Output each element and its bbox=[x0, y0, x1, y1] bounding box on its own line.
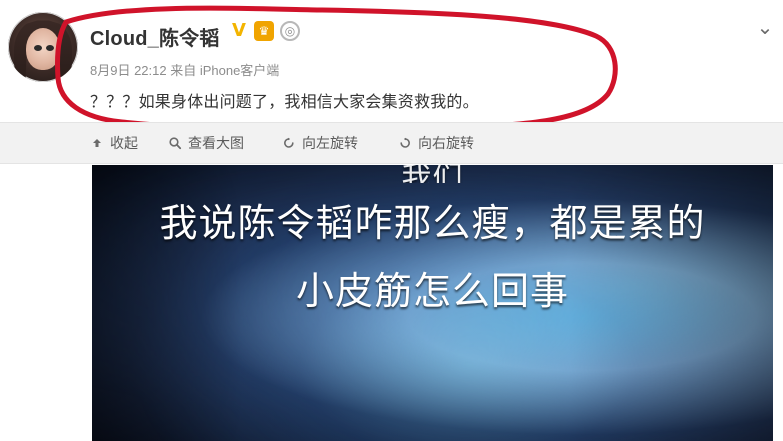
image-caption-top-partial: …我们… bbox=[370, 165, 495, 183]
avatar-eye-left bbox=[34, 45, 42, 51]
collapse-button[interactable]: 收起 bbox=[90, 133, 138, 153]
collapse-icon bbox=[90, 136, 104, 150]
collapse-label: 收起 bbox=[110, 136, 138, 152]
verified-badge-icon: V bbox=[232, 20, 246, 41]
rotate-left-label: 向左旋转 bbox=[302, 136, 358, 152]
rotate-left-icon-svg bbox=[284, 137, 294, 148]
medal-badge-icon: ◎ bbox=[280, 21, 300, 41]
avatar-eye-right bbox=[46, 45, 54, 51]
post-text: ？？？如果身体出问题了，我相信大家会集资救我的。 bbox=[90, 92, 479, 111]
rotate-right-icon-svg bbox=[400, 137, 410, 148]
post-image[interactable]: …我们… 我说陈令韬咋那么瘦，都是累的 小皮筋怎么回事 bbox=[92, 165, 773, 441]
post-meta: 8月9日 22:12 来自 iPhone客户端 bbox=[90, 63, 280, 78]
avatar[interactable] bbox=[8, 12, 78, 82]
rotate-right-button[interactable]: 向右旋转 bbox=[398, 133, 474, 153]
image-caption-line-1: 我说陈令韬咋那么瘦，都是累的 bbox=[159, 201, 706, 245]
rotate-left-icon bbox=[282, 136, 296, 150]
search-icon-svg bbox=[169, 137, 182, 150]
image-toolbar: 收起 查看大图 向左旋转 向右旋转 bbox=[0, 122, 783, 164]
search-icon bbox=[168, 136, 182, 150]
rotate-right-label: 向右旋转 bbox=[418, 136, 474, 152]
image-caption-line-2: 小皮筋怎么回事 bbox=[295, 269, 569, 313]
collapse-icon-svg bbox=[93, 139, 101, 147]
username[interactable]: Cloud_陈令韬 bbox=[90, 22, 220, 51]
crown-badge-icon: ♛ bbox=[254, 21, 274, 41]
weibo-post-screenshot: Cloud_陈令韬 V ♛ ◎ ⌄ 8月9日 22:12 来自 iPhone客户… bbox=[0, 0, 783, 441]
avatar-face bbox=[26, 28, 60, 70]
view-full-image-label: 查看大图 bbox=[188, 136, 244, 152]
view-full-image-button[interactable]: 查看大图 bbox=[168, 133, 244, 153]
user-badges: V ♛ ◎ bbox=[230, 21, 300, 41]
chevron-down-icon[interactable]: ⌄ bbox=[752, 15, 778, 39]
rotate-right-icon bbox=[398, 136, 412, 150]
rotate-left-button[interactable]: 向左旋转 bbox=[282, 133, 358, 153]
